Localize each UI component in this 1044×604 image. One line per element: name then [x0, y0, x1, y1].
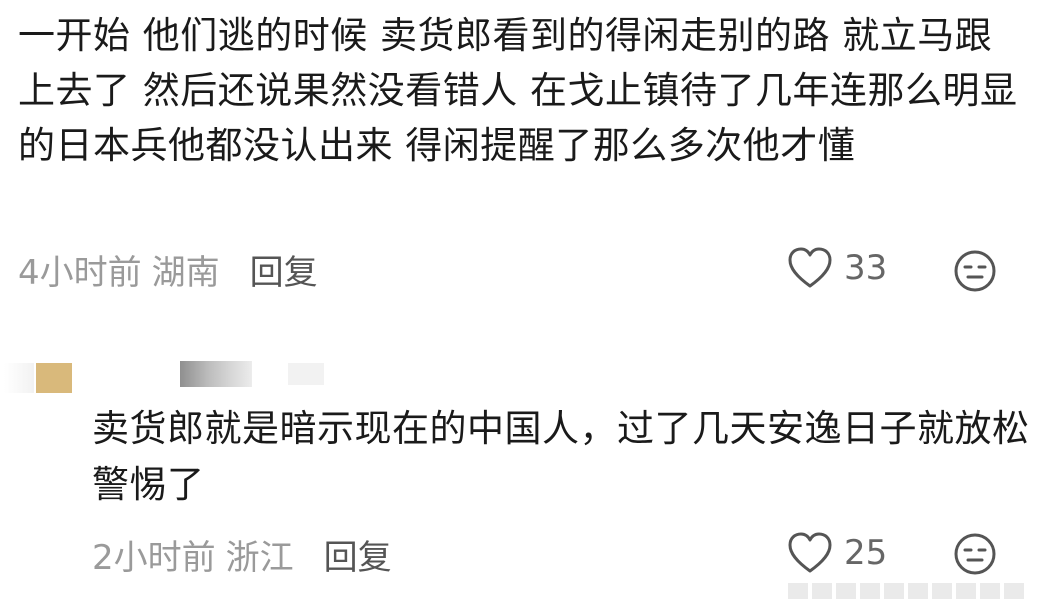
reply-button[interactable]: 回复 — [324, 530, 392, 579]
like-button[interactable]: 25 — [786, 531, 887, 575]
avatar[interactable] — [36, 363, 72, 393]
comment-item: 一开始 他们逃的时候 卖货郎看到的得闲走别的路 就立马跟上去了 然后还说果然没看… — [18, 8, 1028, 173]
comment-region: 湖南 — [151, 252, 220, 293]
watermark-block — [980, 583, 1000, 599]
watermark-block — [788, 583, 808, 599]
username-redacted-tail — [288, 363, 324, 385]
reaction-button[interactable] — [952, 248, 998, 298]
reaction-button[interactable] — [952, 531, 998, 581]
heart-outline-icon — [788, 247, 832, 288]
comment-time: 2小时前 — [92, 537, 216, 578]
neutral-face-icon — [954, 533, 996, 575]
comment-region: 浙江 — [225, 537, 294, 578]
watermark-block — [884, 583, 904, 599]
comment-time: 4小时前 — [18, 252, 142, 293]
avatar-blur — [4, 363, 34, 393]
watermark-block — [908, 583, 928, 599]
comment-item: 卖货郎就是暗示现在的中国人，过了几天安逸日子就放松警惕了 2小时前 浙江 回复 … — [0, 355, 1044, 604]
comment-thread: 一开始 他们逃的时候 卖货郎看到的得闲走别的路 就立马跟上去了 然后还说果然没看… — [0, 0, 1044, 604]
comment-text: 一开始 他们逃的时候 卖货郎看到的得闲走别的路 就立马跟上去了 然后还说果然没看… — [18, 14, 1018, 167]
watermark-block — [956, 583, 976, 599]
neutral-face-icon — [954, 250, 996, 292]
watermark-block — [860, 583, 880, 599]
reply-button[interactable]: 回复 — [250, 245, 318, 294]
watermark — [788, 580, 1038, 602]
like-count: 33 — [844, 248, 888, 288]
watermark-block — [812, 583, 832, 599]
watermark-block — [932, 583, 952, 599]
comment-text: 卖货郎就是暗示现在的中国人，过了几天安逸日子就放松警惕了 — [92, 407, 1030, 506]
heart-outline-icon — [788, 532, 832, 573]
watermark-block — [836, 583, 856, 599]
like-count: 25 — [844, 533, 888, 573]
like-button[interactable]: 33 — [786, 246, 887, 290]
watermark-block — [1004, 583, 1024, 599]
username-redacted[interactable] — [180, 361, 252, 387]
